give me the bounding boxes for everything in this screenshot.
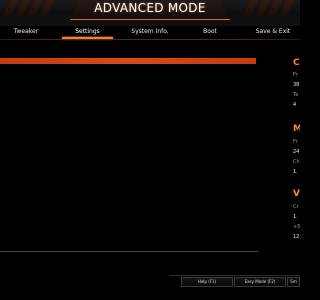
easy-mode-button[interactable]: Easy Mode (F2)	[234, 277, 286, 287]
smart-fan-button[interactable]: Sm	[287, 277, 300, 287]
info-value: 1.	[293, 214, 298, 220]
tab-system-info[interactable]: System Info.	[124, 27, 176, 37]
tab-save-exit[interactable]: Save & Exit	[246, 27, 300, 37]
info-label: Te	[293, 92, 299, 98]
info-value: 24	[293, 149, 300, 155]
info-value: 1.	[293, 169, 298, 175]
tab-boot[interactable]: Boot	[188, 27, 232, 37]
tab-tweaker[interactable]: Tweaker	[4, 27, 48, 37]
tab-settings[interactable]: Settings	[62, 27, 113, 37]
help-button[interactable]: Help (F1)	[181, 277, 233, 287]
selected-item-highlight[interactable]	[0, 58, 256, 64]
info-label: Fr	[293, 139, 298, 145]
info-label: Fr	[293, 72, 298, 78]
info-value: 4	[293, 102, 297, 108]
settings-content-panel	[0, 58, 258, 252]
info-label: +5	[293, 224, 300, 230]
bios-window: ADVANCED MODE Tweaker Settings System In…	[0, 0, 300, 300]
info-section-heading: C	[293, 58, 300, 68]
info-value: 38	[293, 82, 300, 88]
header-bar: ADVANCED MODE	[0, 0, 300, 26]
hardware-info-panel: C Fr 38 Te 4 M Fr 24 Ch 1. V Cr 1. +5 12	[290, 58, 300, 248]
info-label: Cr	[293, 204, 299, 210]
info-label: Ch	[293, 159, 300, 165]
tabs-divider	[0, 39, 300, 40]
info-section-heading: V	[293, 189, 300, 199]
footer-divider	[170, 275, 300, 276]
header-title-plate: ADVANCED MODE	[70, 0, 230, 20]
info-value: 12	[293, 234, 300, 240]
info-section-heading: M	[293, 124, 300, 134]
content-bottom-divider	[0, 251, 258, 252]
main-tabs: Tweaker Settings System Info. Boot Save …	[0, 26, 300, 38]
page-title: ADVANCED MODE	[94, 1, 206, 15]
